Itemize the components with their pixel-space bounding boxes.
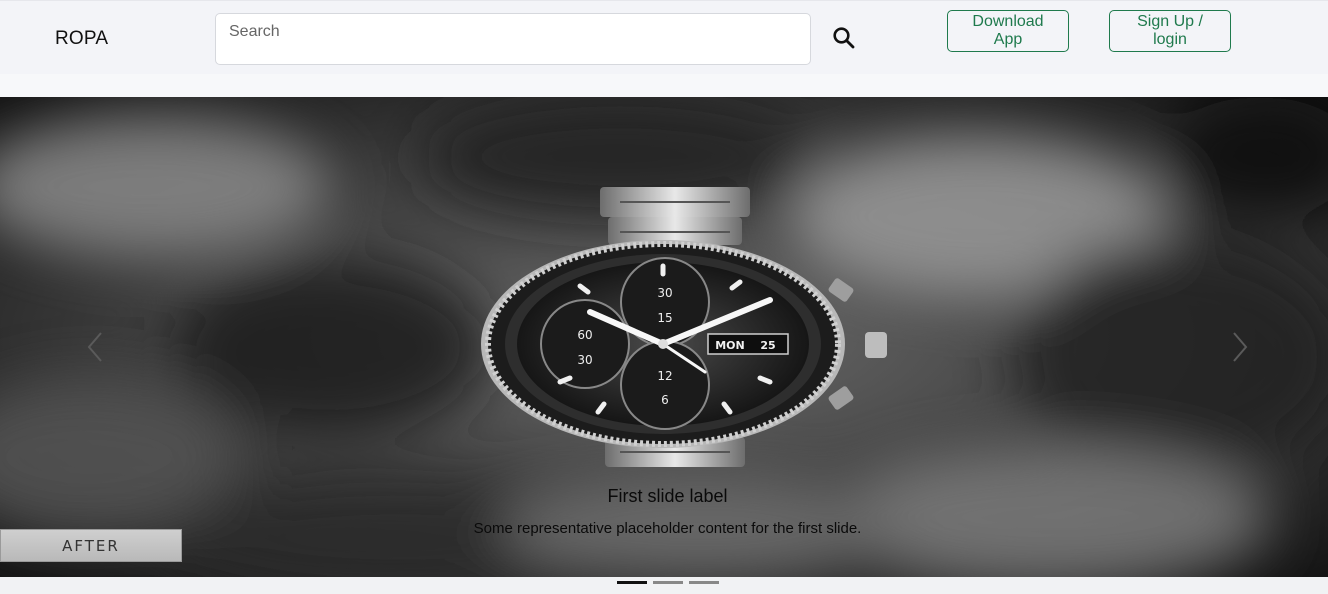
search-input[interactable] (215, 13, 811, 65)
carousel-next-button[interactable] (1220, 317, 1260, 377)
subdial-top-inner: 15 (657, 311, 672, 325)
search-icon (833, 26, 855, 48)
carousel-indicator-bar (0, 577, 1328, 594)
chevron-left-icon (87, 332, 102, 362)
subdial-bottom-inner: 6 (661, 393, 669, 407)
chevron-right-icon (1233, 332, 1248, 362)
brand-logo[interactable]: ROPA (55, 28, 108, 50)
carousel-indicator-1[interactable] (617, 581, 647, 584)
watch-day: MON (715, 339, 745, 352)
signup-login-button[interactable]: Sign Up / login (1109, 10, 1231, 52)
watch-date: 25 (760, 339, 775, 352)
subdial-bottom-number: 12 (657, 369, 672, 383)
top-navbar: ROPA Download App Sign Up / login (0, 0, 1328, 74)
carousel-indicator-3[interactable] (689, 581, 719, 584)
slide-caption-text: Some representative placeholder content … (473, 520, 862, 537)
download-app-button[interactable]: Download App (947, 10, 1069, 52)
subdial-top-number: 30 (657, 286, 672, 300)
search-button[interactable] (830, 25, 858, 53)
carousel-prev-button[interactable] (75, 317, 115, 377)
watch-image: 30 15 60 30 12 6 MON 25 (481, 187, 887, 467)
slide-caption-title: First slide label (607, 486, 728, 506)
header-spacer (0, 74, 1328, 97)
hero-carousel: 30 15 60 30 12 6 MON 25 First slide labe… (0, 97, 1328, 577)
after-badge: AFTER (0, 529, 182, 562)
carousel-indicator-2[interactable] (653, 581, 683, 584)
subdial-left-number: 60 (577, 328, 592, 342)
subdial-left-inner: 30 (577, 353, 592, 367)
